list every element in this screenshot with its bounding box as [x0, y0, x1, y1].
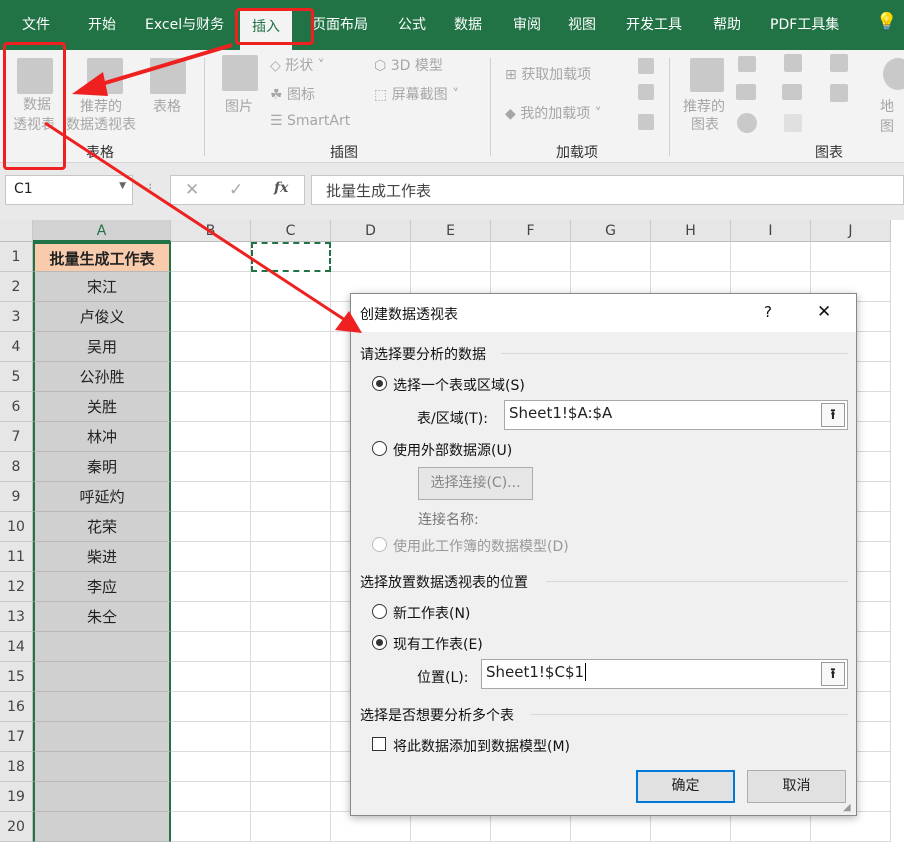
annotation-arrows	[44, 43, 362, 333]
arrow-icon	[44, 121, 362, 333]
arrow-icon	[72, 43, 233, 96]
